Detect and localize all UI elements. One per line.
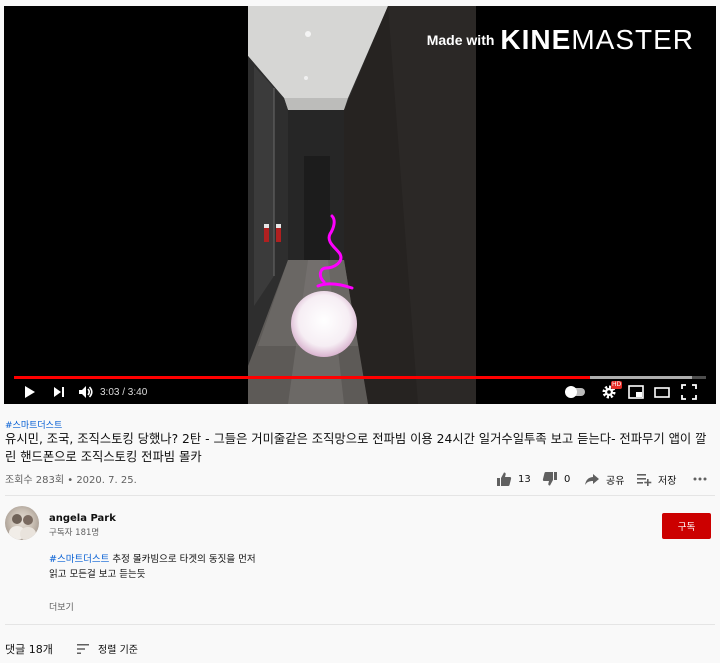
video-title: 유시민, 조국, 조직스토킹 당했나? 2탄 - 그들은 거미줄같은 조직망으로… — [5, 432, 707, 464]
dislike-button[interactable]: 0 — [542, 468, 570, 490]
avatar-image — [9, 514, 36, 540]
save-label: 저장 — [658, 475, 677, 487]
description-hashtag[interactable]: #스마트더스트 — [49, 554, 109, 565]
more-icon — [693, 477, 707, 481]
view-count-date: 조회수 283회 • 2020. 7. 25. — [5, 475, 137, 486]
save-button[interactable]: 저장 — [636, 468, 676, 490]
divider — [5, 495, 715, 496]
sort-icon — [77, 643, 89, 654]
more-actions-button[interactable] — [692, 468, 714, 490]
subscriber-count: 구독자 181명 — [49, 528, 100, 538]
thumbs-down-icon — [542, 472, 557, 486]
description-line2: 읽고 모든걸 보고 듣는듯 — [49, 569, 146, 580]
comments-count: 댓글 18개 — [5, 643, 53, 656]
progress-fill — [14, 376, 590, 379]
hd-badge: HD — [611, 381, 623, 389]
kinemaster-watermark: Made with KINEMASTER — [426, 24, 694, 55]
time-display: 3:03 / 3:40 — [100, 387, 148, 398]
sort-comments-button[interactable]: 정렬 기준 — [76, 641, 138, 656]
description-line1: 추정 몰카빔으로 타겟의 동짓을 먼저 — [109, 554, 256, 565]
player-controls: 3:03 / 3:40 HD — [4, 380, 716, 404]
volume-icon[interactable] — [76, 382, 96, 402]
video-frame-illustration — [248, 6, 476, 404]
like-count: 13 — [518, 473, 531, 485]
share-label: 공유 — [606, 475, 625, 487]
next-icon[interactable] — [49, 382, 69, 402]
theater-icon[interactable] — [652, 382, 672, 402]
like-button[interactable]: 13 — [496, 468, 531, 490]
play-icon[interactable] — [19, 382, 39, 402]
glowing-orb — [291, 291, 357, 357]
video-actions: 13 0 공유 저장 — [496, 468, 710, 490]
miniplayer-icon[interactable] — [626, 382, 646, 402]
channel-name[interactable]: angela Park — [49, 513, 116, 524]
buffer-bar — [589, 376, 693, 379]
channel-avatar[interactable] — [5, 506, 39, 540]
show-more-link[interactable]: 더보기 — [49, 600, 74, 613]
divider — [5, 624, 715, 625]
autoplay-toggle[interactable] — [565, 386, 585, 398]
video-player[interactable]: Made with KINEMASTER 3:03 / 3:40 HD — [4, 6, 716, 404]
progress-bar[interactable] — [14, 376, 706, 379]
video-frame — [248, 6, 476, 404]
thumbs-up-icon — [497, 472, 512, 486]
share-icon — [585, 474, 599, 485]
video-description: #스마트더스트 추정 몰카빔으로 타겟의 동짓을 먼저 읽고 모든걸 보고 듣는… — [49, 552, 256, 582]
playlist-add-icon — [637, 474, 652, 486]
sort-label: 정렬 기준 — [98, 645, 138, 656]
fullscreen-icon[interactable] — [679, 382, 699, 402]
dislike-count: 0 — [564, 473, 571, 485]
subscribe-button[interactable]: 구독 — [662, 513, 711, 539]
share-button[interactable]: 공유 — [584, 468, 624, 490]
